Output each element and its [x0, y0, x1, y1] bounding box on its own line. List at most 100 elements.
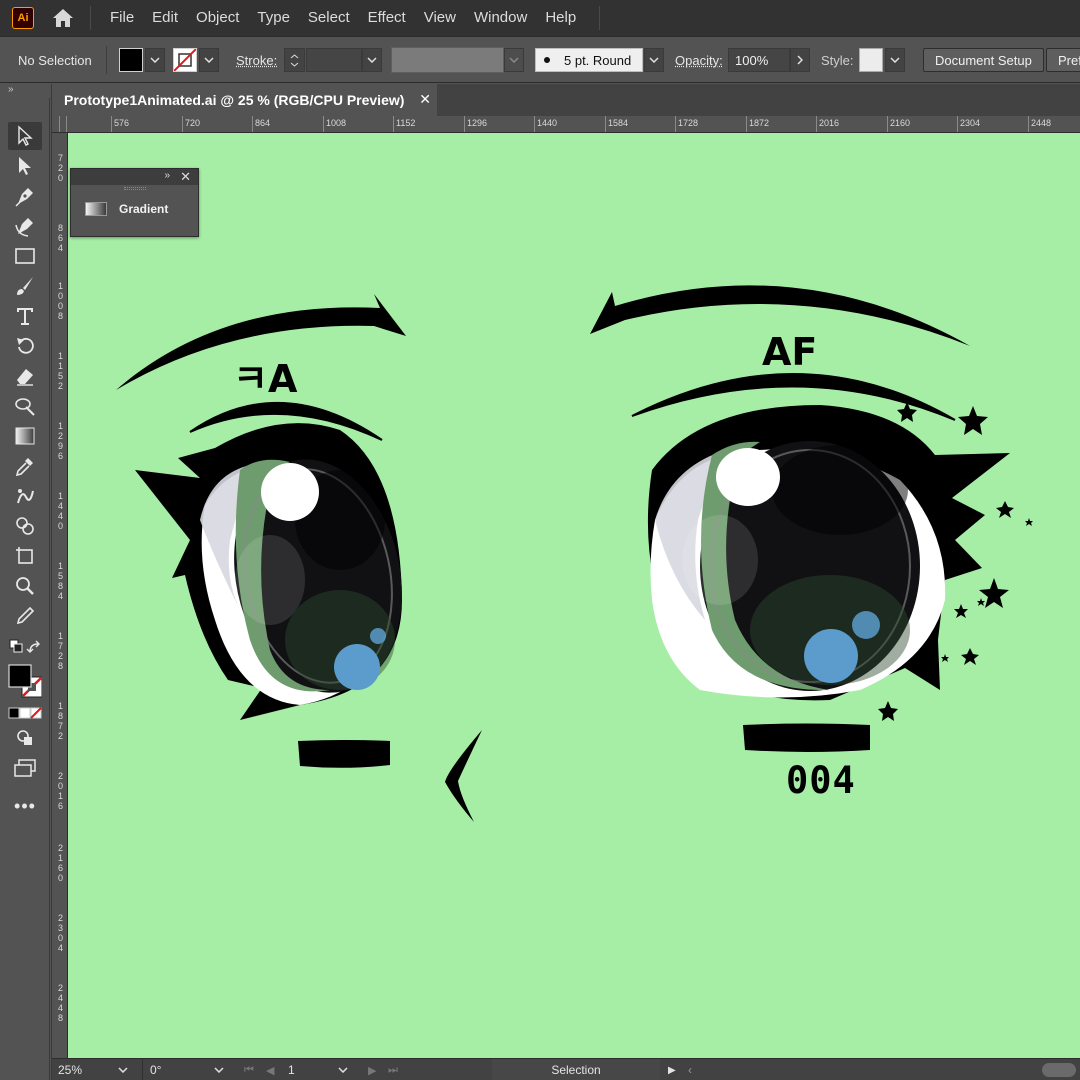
- eraser-tool-icon[interactable]: [8, 362, 42, 390]
- next-artboard-icon[interactable]: ▶: [368, 1059, 376, 1080]
- status-bar: 25% 0° ⏮ ◀ 1 ▶ ⏭ Selection ▶ ‹: [52, 1058, 1080, 1080]
- stroke-swatch[interactable]: [173, 37, 197, 83]
- zoom-value: 25%: [58, 1063, 118, 1077]
- number-text: 004: [786, 759, 856, 802]
- type-tool-icon[interactable]: [8, 302, 42, 330]
- menu-object[interactable]: Object: [187, 0, 248, 36]
- brush-dropdown[interactable]: [644, 37, 664, 83]
- pencil-tool-icon[interactable]: [8, 602, 42, 630]
- screen-mode-icon[interactable]: [8, 754, 42, 782]
- menu-file[interactable]: File: [101, 0, 143, 36]
- menu-type[interactable]: Type: [248, 0, 299, 36]
- artboard-navigation[interactable]: 1: [288, 1059, 356, 1080]
- brush-definition[interactable]: 5 pt. Round: [535, 37, 643, 83]
- chevron-down-icon: [644, 48, 664, 72]
- width-tool-icon[interactable]: [8, 392, 42, 420]
- style-swatch[interactable]: [859, 37, 883, 83]
- edit-toolbar-icon[interactable]: •••: [8, 792, 42, 820]
- stroke-dropdown[interactable]: [199, 37, 219, 83]
- panel-title-bar[interactable]: » ✕: [71, 169, 198, 185]
- fill-dropdown[interactable]: [145, 37, 165, 83]
- zoom-tool-icon[interactable]: [8, 572, 42, 600]
- document-tab-title: Prototype1Animated.ai @ 25 % (RGB/CPU Pr…: [64, 92, 404, 108]
- swap-fill-stroke-icon[interactable]: [8, 634, 42, 664]
- close-icon[interactable]: ✕: [419, 91, 431, 108]
- pen-tool-icon[interactable]: [8, 182, 42, 210]
- tools-panel: •••: [0, 98, 50, 1080]
- close-icon[interactable]: ✕: [180, 169, 191, 185]
- puppet-warp-tool-icon[interactable]: [8, 482, 42, 510]
- direct-selection-tool-icon[interactable]: [8, 152, 42, 180]
- last-artboard-icon[interactable]: ⏭: [388, 1059, 398, 1080]
- opacity-value: 100%: [728, 48, 790, 72]
- chevron-down-icon: [362, 48, 382, 72]
- fill-swatch[interactable]: [119, 37, 143, 83]
- chevron-down-icon: [199, 48, 219, 72]
- ruler-label: 1008: [326, 118, 346, 128]
- profile-dropdown[interactable]: [504, 37, 524, 83]
- gradient-label: Gradient: [119, 202, 168, 216]
- right-blush-mark: [743, 724, 870, 753]
- artboard-canvas[interactable]: ㅋA AF 004: [68, 133, 1080, 1058]
- paintbrush-tool-icon[interactable]: [8, 272, 42, 300]
- menu-select[interactable]: Select: [299, 0, 359, 36]
- star-icon: [1025, 518, 1033, 526]
- ruler-label: 864: [54, 223, 64, 257]
- style-label: Style:: [821, 37, 854, 83]
- draw-mode-icon[interactable]: [8, 724, 42, 752]
- first-artboard-icon[interactable]: ⏮: [244, 1059, 254, 1080]
- menu-edit[interactable]: Edit: [143, 0, 187, 36]
- menu-effect[interactable]: Effect: [359, 0, 415, 36]
- vertical-ruler: 720 864 1008 1152 1296 1440 1584 1728 18…: [52, 133, 68, 1058]
- document-tab[interactable]: Prototype1Animated.ai @ 25 % (RGB/CPU Pr…: [52, 84, 437, 116]
- fill-stroke-indicator[interactable]: [8, 664, 42, 700]
- zoom-dropdown[interactable]: 25%: [58, 1059, 143, 1080]
- menu-view[interactable]: View: [415, 0, 465, 36]
- gradient-icon: [85, 202, 107, 216]
- variable-width-profile[interactable]: [391, 37, 504, 83]
- style-dropdown[interactable]: [885, 37, 905, 83]
- stroke-weight-input[interactable]: [306, 37, 362, 83]
- panel-collapse-icon[interactable]: »: [164, 170, 170, 181]
- preferences-button[interactable]: Pref: [1046, 37, 1080, 83]
- gradient-panel-item[interactable]: Gradient: [71, 190, 198, 216]
- ruler-label: 1872: [749, 118, 769, 128]
- illustrator-window: Ai File Edit Object Type Select Effect V…: [0, 0, 1080, 1080]
- menu-window[interactable]: Window: [465, 0, 536, 36]
- previous-artboard-icon[interactable]: ◀: [266, 1059, 274, 1080]
- color-mode-icon[interactable]: [8, 704, 42, 722]
- ruler-label: 1728: [678, 118, 698, 128]
- selection-tool-icon[interactable]: [8, 122, 42, 150]
- document-setup-button[interactable]: Document Setup: [923, 37, 1044, 83]
- gradient-tool-icon[interactable]: [8, 422, 42, 450]
- stroke-weight-dropdown[interactable]: [362, 37, 382, 83]
- rectangle-tool-icon[interactable]: [8, 242, 42, 270]
- scroll-left-icon[interactable]: ‹: [688, 1059, 692, 1080]
- menu-help[interactable]: Help: [536, 0, 585, 36]
- shape-builder-tool-icon[interactable]: [8, 512, 42, 540]
- stroke-label[interactable]: Stroke:: [236, 37, 277, 83]
- left-blush-mark: [298, 740, 390, 768]
- gradient-panel[interactable]: » ✕ Gradient: [70, 168, 199, 237]
- anime-eyes-artwork[interactable]: ㅋA AF 004: [68, 133, 1080, 1058]
- ruler-label: 1584: [608, 118, 628, 128]
- home-icon[interactable]: [50, 6, 76, 30]
- star-icon: [996, 501, 1014, 518]
- horizontal-scrollbar-thumb[interactable]: [1042, 1059, 1076, 1080]
- toolbar-collapse-icon[interactable]: »: [0, 84, 50, 98]
- artboard-tool-icon[interactable]: [8, 542, 42, 570]
- rotation-dropdown[interactable]: 0°: [150, 1059, 232, 1080]
- ruler-label: 2160: [890, 118, 910, 128]
- preferences-label: Pref: [1046, 48, 1080, 72]
- eyedropper-tool-icon[interactable]: [8, 452, 42, 480]
- rotate-tool-icon[interactable]: [8, 332, 42, 360]
- opacity-label[interactable]: Opacity:: [675, 37, 723, 83]
- opacity-input[interactable]: 100%: [728, 37, 790, 83]
- left-eye: [135, 423, 423, 720]
- ruler-label: 2016: [819, 118, 839, 128]
- curvature-tool-icon[interactable]: [8, 212, 42, 240]
- status-menu-icon[interactable]: ▶: [668, 1059, 676, 1080]
- stroke-weight-stepper[interactable]: [284, 37, 305, 83]
- star-icon: [941, 654, 949, 662]
- opacity-flyout[interactable]: [790, 37, 810, 83]
